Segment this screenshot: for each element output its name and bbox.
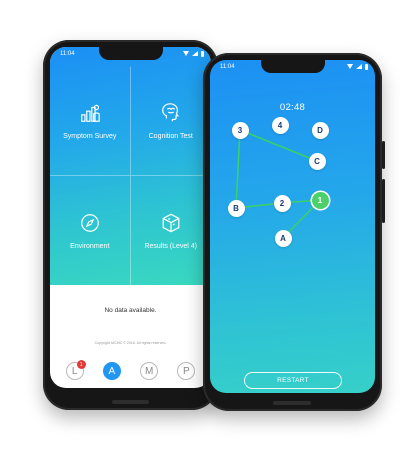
signal-icon [192, 51, 198, 56]
tile-label: Results (Level 4) [144, 242, 198, 250]
phone-right: 11:04 02:48 34DCB21A RESTART [203, 53, 385, 411]
tile-symptom-survey[interactable]: Symptom Survey [50, 67, 131, 176]
trail-node-4[interactable]: 4 [271, 116, 289, 134]
connection-lines [235, 129, 321, 239]
trail-node-3[interactable]: 3 [231, 121, 249, 139]
feature-grid: Symptom Survey Cognition Test Environmen… [50, 67, 211, 285]
status-time: 11:04 [60, 50, 75, 57]
phone-left: 11:04 Symptom Survey Cognition Test Envi… [43, 40, 221, 410]
tile-label: Symptom Survey [63, 133, 117, 140]
battery-icon [201, 50, 204, 57]
nav-letter: A [108, 365, 116, 377]
trail-node-1[interactable]: 1 [311, 191, 329, 209]
trail-node-a[interactable]: A [274, 229, 292, 247]
nav-letter: L [71, 365, 78, 377]
compass-icon [80, 213, 99, 232]
tile-results[interactable]: Results (Level 4) [131, 176, 212, 285]
tile-label: Cognition Test [148, 133, 193, 140]
home-indicator [112, 400, 149, 404]
nav-button-m[interactable]: M [140, 362, 159, 380]
copyright-text: Copyright MCMC © 2018. All rights reserv… [94, 341, 167, 345]
battery-icon [365, 63, 368, 70]
chart-survey-icon [80, 104, 100, 122]
trail-test-screen: 11:04 02:48 34DCB21A RESTART [210, 60, 375, 393]
tile-label: Environment [70, 242, 110, 250]
wifi-icon [347, 64, 353, 69]
tile-cognition-test[interactable]: Cognition Test [130, 67, 211, 176]
power-button [382, 141, 385, 169]
path-segment [239, 129, 318, 162]
nav-button-p[interactable]: P [177, 362, 196, 380]
trail-node-2[interactable]: 2 [273, 194, 291, 212]
wifi-icon [183, 51, 189, 56]
nav-button-l[interactable]: L 1 [65, 360, 86, 380]
volume-button [382, 179, 385, 223]
bottom-nav: L 1 A M P [50, 356, 211, 386]
empty-state-message: No data available. [104, 307, 157, 314]
brain-icon [161, 103, 179, 122]
cube-icon [162, 213, 180, 232]
notification-badge: 1 [76, 360, 86, 369]
trail-node-b[interactable]: B [227, 199, 245, 217]
notch [260, 60, 325, 73]
path-segment [235, 129, 241, 209]
restart-button[interactable]: RESTART [244, 372, 342, 389]
trail-board: 3 4 DC B 2 1 A [210, 60, 375, 393]
home-screen: 11:04 Symptom Survey Cognition Test Envi… [50, 47, 211, 388]
notch [98, 47, 163, 60]
nav-letter: M [144, 365, 154, 377]
status-time: 11:04 [220, 63, 235, 70]
nav-letter: P [183, 365, 190, 377]
nav-button-a[interactable]: A [102, 362, 121, 380]
tile-environment[interactable]: Environment [50, 176, 131, 285]
signal-icon [356, 64, 362, 69]
trail-node-d[interactable]: D [311, 121, 329, 139]
trail-node-c[interactable]: C [308, 152, 326, 170]
home-indicator [273, 401, 311, 405]
